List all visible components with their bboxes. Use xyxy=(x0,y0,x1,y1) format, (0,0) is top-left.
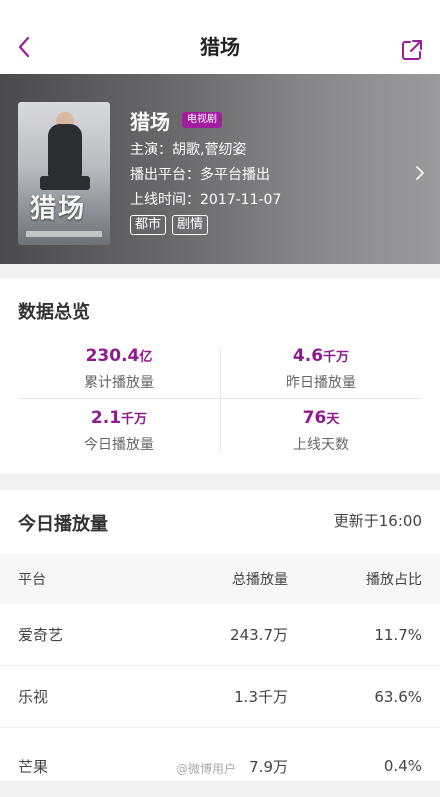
table-row: 爱奇艺 243.7万 11.7% xyxy=(0,604,440,666)
stat-today-plays: 2.1千万 今日播放量 xyxy=(18,402,220,460)
poster-title-text: 猎场 xyxy=(30,194,87,224)
overview-title: 数据总览 xyxy=(18,302,90,323)
stat-label: 累计播放量 xyxy=(84,375,154,391)
stat-label: 昨日播放量 xyxy=(286,375,356,391)
stat-value: 230.4亿 xyxy=(85,346,153,366)
table-row: 乐视 1.3千万 63.6% xyxy=(0,666,440,728)
stats-grid: 230.4亿 累计播放量 4.6千万 昨日播放量 2.1千万 今日播放量 76天… xyxy=(18,340,422,460)
show-type-badge: 电视剧 xyxy=(182,112,222,128)
stat-total-plays: 230.4亿 累计播放量 xyxy=(18,340,220,398)
today-title: 今日播放量 xyxy=(18,514,108,535)
total-plays: 1.3千万 xyxy=(234,688,288,706)
poster-figure-body xyxy=(48,124,82,178)
genre-tag: 剧情 xyxy=(172,215,209,235)
chevron-left-icon[interactable] xyxy=(14,34,36,60)
column-header-share: 播放占比 xyxy=(366,572,422,588)
show-header-card[interactable]: 猎场 猎场 电视剧 主演：胡歌,菅纫姿 播出平台：多平台播出 上线时间：2017… xyxy=(0,74,440,264)
platform-name: 爱奇艺 xyxy=(18,626,64,644)
stat-days-online: 76天 上线天数 xyxy=(220,402,422,460)
total-plays: 243.7万 xyxy=(230,626,288,644)
genre-tag: 都市 xyxy=(130,215,167,235)
show-release-date: 上线时间：2017-11-07 xyxy=(130,192,282,208)
watermark: @微博用户 xyxy=(176,762,237,776)
today-plays-section: 今日播放量 更新于16:00 平台 总播放量 播放占比 爱奇艺 243.7万 1… xyxy=(0,490,440,781)
grid-divider-horizontal xyxy=(18,398,422,399)
stat-label: 上线天数 xyxy=(293,437,349,453)
data-overview-section: 数据总览 230.4亿 累计播放量 4.6千万 昨日播放量 2.1千万 今日播放… xyxy=(0,278,440,474)
play-share: 11.7% xyxy=(374,625,422,644)
stat-label: 今日播放量 xyxy=(84,437,154,453)
show-title: 猎场 xyxy=(130,109,170,134)
share-icon[interactable] xyxy=(400,38,424,62)
stat-value: 4.6千万 xyxy=(292,346,350,366)
page-title: 猎场 xyxy=(200,34,240,59)
poster-credits xyxy=(26,231,102,237)
stat-value: 2.1千万 xyxy=(90,408,148,428)
show-poster: 猎场 xyxy=(18,102,110,245)
show-platform: 播出平台：多平台播出 xyxy=(130,167,270,183)
stat-yesterday-plays: 4.6千万 昨日播放量 xyxy=(220,340,422,398)
show-tags: 都市 剧情 xyxy=(130,215,281,235)
column-header-platform: 平台 xyxy=(18,572,46,588)
show-cast: 主演：胡歌,菅纫姿 xyxy=(130,142,247,158)
stat-value: 76天 xyxy=(302,408,340,428)
nav-bar: 猎场 xyxy=(0,0,440,74)
grid-divider-vertical xyxy=(220,348,221,452)
table-header: 平台 总播放量 播放占比 xyxy=(0,554,440,604)
play-share: 63.6% xyxy=(374,687,422,706)
platform-name: 乐视 xyxy=(18,688,49,706)
chevron-right-icon[interactable] xyxy=(416,166,424,180)
updated-time: 更新于16:00 xyxy=(333,512,422,530)
column-header-total: 总播放量 xyxy=(232,572,288,588)
platform-name: 芒果 xyxy=(18,757,49,776)
show-info: 猎场 电视剧 主演：胡歌,菅纫姿 播出平台：多平台播出 上线时间：2017-11… xyxy=(130,106,281,235)
play-share: 0.4% xyxy=(383,757,422,775)
